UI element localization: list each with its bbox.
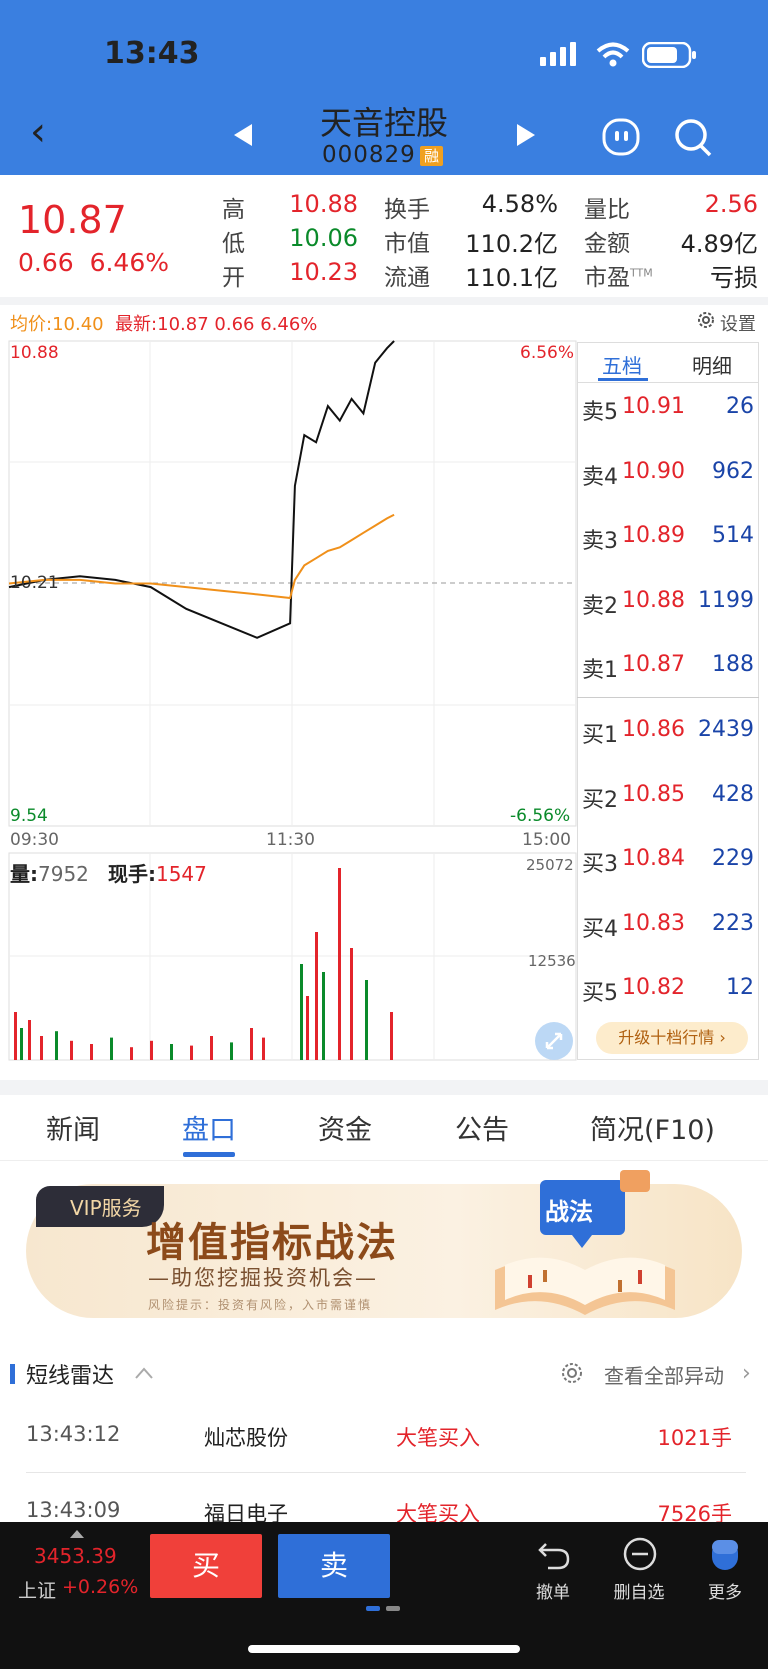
home-indicator	[248, 1645, 520, 1653]
index-name[interactable]: 上证	[18, 1576, 56, 1603]
vol-top-label: 25072	[526, 856, 574, 874]
volume-bar	[70, 1040, 73, 1060]
undo-icon[interactable]	[536, 1536, 572, 1572]
ask-row-2[interactable]: 卖2 10.88 1199	[582, 588, 754, 620]
order-book	[577, 342, 759, 1060]
volume-bar	[55, 1031, 58, 1060]
volume-bar	[20, 1028, 23, 1060]
tab-funds[interactable]: 资金	[318, 1108, 372, 1147]
volume-bar	[190, 1045, 193, 1060]
volume-bar	[230, 1042, 233, 1060]
time-end: 15:00	[522, 830, 571, 850]
volume-bar	[350, 948, 353, 1060]
banner-title: 增值指标战法	[146, 1220, 398, 1266]
volume-bar	[90, 1044, 93, 1060]
volume-readout: 量:7952 现手:1547	[10, 862, 207, 886]
ob-mid-divider	[577, 697, 759, 698]
caret-up-icon[interactable]	[70, 1530, 84, 1538]
volume-bar	[28, 1020, 31, 1060]
ob-divider	[577, 382, 759, 383]
volume-bar	[322, 972, 325, 1060]
banner-subtitle: —助您挖掘投资机会—	[148, 1266, 378, 1290]
tab-handicap[interactable]: 盘口	[182, 1108, 236, 1147]
sell-button[interactable]: 卖	[278, 1534, 390, 1598]
bid-row-2[interactable]: 买2 10.85 428	[582, 782, 754, 814]
section-marker	[10, 1364, 15, 1384]
tab-announcement[interactable]: 公告	[455, 1108, 509, 1147]
volume-bar	[14, 1012, 17, 1060]
time-mid: 11:30	[266, 830, 315, 850]
tab-active-indicator	[183, 1152, 235, 1157]
ask-row-1[interactable]: 卖1 10.87 188	[582, 652, 754, 684]
volume-bar	[365, 980, 368, 1060]
volume-bar	[210, 1036, 213, 1060]
expand-icon	[545, 1032, 563, 1050]
pct-bottom-label: -6.56%	[510, 806, 571, 826]
chevron-right-icon[interactable]: ›	[742, 1361, 751, 1386]
radar-title[interactable]: 短线雷达	[26, 1358, 114, 1390]
volume-bar	[390, 1012, 393, 1060]
upgrade-ten-level-button[interactable]: 升级十档行情 ›	[596, 1022, 748, 1054]
tab-profile-f10[interactable]: 简况(F10)	[590, 1108, 715, 1147]
volume-bar	[262, 1037, 265, 1060]
ask-row-3[interactable]: 卖3 10.89 514	[582, 523, 754, 555]
fullscreen-button[interactable]	[535, 1022, 573, 1060]
ask-row-4[interactable]: 卖4 10.90 962	[582, 459, 754, 491]
chevron-up-icon[interactable]	[134, 1366, 154, 1380]
volume-bar	[170, 1044, 173, 1060]
row-divider	[26, 1472, 746, 1473]
volume-bar	[315, 932, 318, 1060]
series-line-average	[8, 513, 395, 600]
volume-bar	[250, 1028, 253, 1060]
tab-news[interactable]: 新闻	[46, 1108, 100, 1147]
volume-bar	[110, 1037, 113, 1060]
vol-mid-label: 12536	[528, 952, 576, 970]
gear-icon[interactable]	[560, 1361, 584, 1385]
banner-risk-note: 风险提示：投资有风险，入市需谨慎	[148, 1298, 373, 1312]
time-start: 09:30	[10, 830, 59, 850]
page-indicator	[366, 1606, 400, 1611]
tab-detail[interactable]: 明细	[692, 350, 732, 379]
view-all-alerts-link[interactable]: 查看全部异动	[604, 1360, 724, 1389]
index-change[interactable]: +0.26%	[62, 1576, 138, 1598]
pct-top-label: 6.56%	[520, 343, 575, 363]
bid-row-5[interactable]: 买5 10.82 12	[582, 975, 754, 1007]
y-mid-label: 10.21	[10, 573, 59, 593]
y-top-label: 10.88	[10, 343, 59, 363]
remove-watchlist-icon[interactable]	[622, 1536, 658, 1572]
cancel-order-button[interactable]: 撤单	[518, 1578, 588, 1603]
bid-row-4[interactable]: 买4 10.83 223	[582, 911, 754, 943]
tab-indicator	[598, 378, 648, 381]
bid-row-1[interactable]: 买1 10.86 2439	[582, 717, 754, 749]
index-value[interactable]: 3453.39	[34, 1544, 117, 1568]
tab-five-level[interactable]: 五档	[602, 350, 642, 379]
volume-bar	[40, 1036, 43, 1060]
y-bottom-label: 9.54	[10, 806, 48, 826]
buy-button[interactable]: 买	[150, 1534, 262, 1598]
volume-bar	[306, 996, 309, 1060]
volume-bar	[130, 1047, 133, 1060]
series-line-price	[8, 340, 395, 639]
banner-badge-text: 战法	[545, 1198, 593, 1226]
more-icon[interactable]	[710, 1536, 740, 1572]
volume-bar	[338, 868, 341, 1060]
volume-bar	[300, 964, 303, 1060]
remove-watchlist-button[interactable]: 删自选	[604, 1578, 674, 1603]
more-button[interactable]: 更多	[690, 1578, 760, 1603]
vip-badge: VIP服务	[36, 1186, 164, 1227]
ask-row-5[interactable]: 卖5 10.91 26	[582, 394, 754, 426]
bid-row-3[interactable]: 买3 10.84 229	[582, 846, 754, 878]
volume-bar	[150, 1040, 153, 1060]
